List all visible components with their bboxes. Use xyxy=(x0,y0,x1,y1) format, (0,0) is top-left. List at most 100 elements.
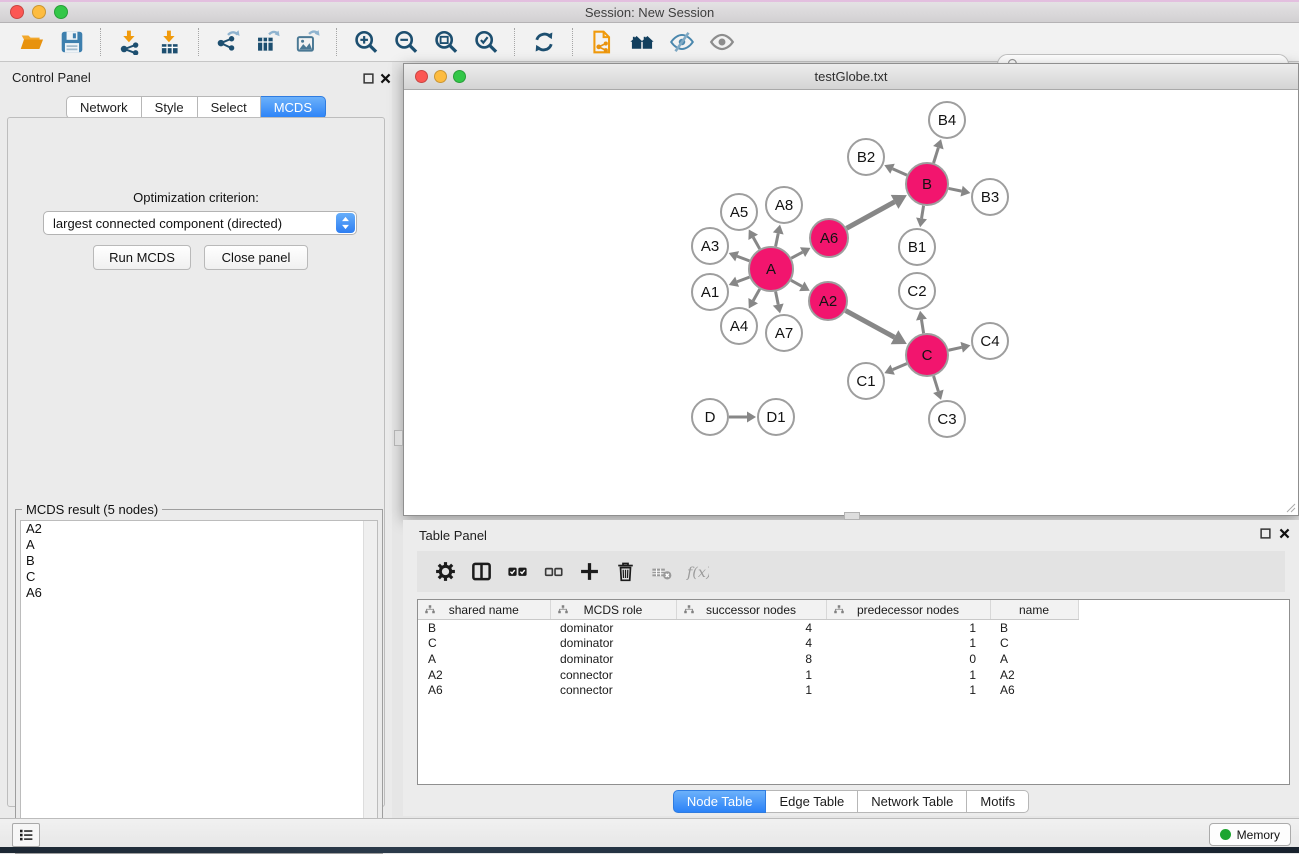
table-row[interactable]: Bdominator41B xyxy=(418,620,1289,636)
table-row[interactable]: A2connector11A2 xyxy=(418,667,1289,683)
add-entry-button[interactable] xyxy=(573,557,605,587)
show-panels-button[interactable] xyxy=(12,823,40,847)
table-cell[interactable]: C xyxy=(418,636,550,652)
table-cell[interactable]: 1 xyxy=(676,682,826,698)
table-cell[interactable]: A6 xyxy=(418,682,550,698)
edge-C-C1[interactable] xyxy=(893,364,907,370)
table-cell[interactable]: dominator xyxy=(550,651,676,667)
edge-B-B3[interactable] xyxy=(949,188,962,191)
hide-graphics-details-button[interactable] xyxy=(667,27,697,57)
table-settings-button[interactable] xyxy=(429,557,461,587)
refresh-button[interactable] xyxy=(529,27,559,57)
table-cell[interactable]: dominator xyxy=(550,636,676,652)
edge-A-A6[interactable] xyxy=(791,252,802,258)
edge-C-C2[interactable] xyxy=(921,320,923,334)
edge-B-B2[interactable] xyxy=(893,169,907,175)
horizontal-splitter-grip[interactable] xyxy=(844,512,860,520)
result-scrollbar-track[interactable] xyxy=(363,521,377,848)
export-network-button[interactable] xyxy=(213,27,243,57)
tab-motifs[interactable]: Motifs xyxy=(967,790,1029,813)
table-cell[interactable]: 1 xyxy=(826,620,990,636)
float-panel-icon[interactable] xyxy=(361,71,376,86)
zoom-selected-button[interactable] xyxy=(471,27,501,57)
export-image-button[interactable] xyxy=(293,27,323,57)
table-cell[interactable]: 1 xyxy=(826,636,990,652)
mcds-result-list[interactable]: A2ABCA6 xyxy=(20,520,378,849)
edge-C-C3[interactable] xyxy=(934,376,939,391)
zoom-out-button[interactable] xyxy=(391,27,421,57)
resize-grip-icon[interactable] xyxy=(1286,503,1296,513)
edge-C-C4[interactable] xyxy=(948,347,961,350)
table-row[interactable]: A6connector11A6 xyxy=(418,682,1289,698)
show-graphics-details-button[interactable] xyxy=(707,27,737,57)
table-row[interactable]: Adominator80A xyxy=(418,651,1289,667)
table-cell[interactable]: A xyxy=(990,651,1078,667)
column-header-name[interactable]: name xyxy=(990,600,1078,620)
column-header-shared-name[interactable]: shared name xyxy=(418,600,550,620)
table-float-panel-icon[interactable] xyxy=(1258,526,1273,541)
table-cell[interactable]: B xyxy=(990,620,1078,636)
edge-A-A7[interactable] xyxy=(776,292,779,305)
edge-A-A2[interactable] xyxy=(791,280,802,286)
edge-A-A8[interactable] xyxy=(776,233,779,246)
tab-node-table[interactable]: Node Table xyxy=(673,790,767,813)
select-all-button[interactable] xyxy=(501,557,533,587)
edge-A-A5[interactable] xyxy=(753,237,760,249)
table-cell[interactable]: 0 xyxy=(826,651,990,667)
table-cell[interactable]: connector xyxy=(550,682,676,698)
edge-A-A3[interactable] xyxy=(737,256,749,261)
table-cell[interactable]: A6 xyxy=(990,682,1078,698)
import-network-button[interactable] xyxy=(115,27,145,57)
mcds-result-item[interactable]: A2 xyxy=(21,521,377,537)
table-close-panel-icon[interactable] xyxy=(1277,526,1292,541)
tab-style[interactable]: Style xyxy=(142,96,198,119)
close-panel-icon[interactable] xyxy=(378,71,393,86)
table-cell[interactable]: connector xyxy=(550,667,676,683)
export-table-button[interactable] xyxy=(253,27,283,57)
table-cell[interactable]: B xyxy=(418,620,550,636)
tab-edge-table[interactable]: Edge Table xyxy=(766,790,858,813)
table-cell[interactable]: dominator xyxy=(550,620,676,636)
deselect-all-button[interactable] xyxy=(537,557,569,587)
edge-A2-C[interactable] xyxy=(846,311,895,338)
delete-entry-button[interactable] xyxy=(609,557,641,587)
tab-select[interactable]: Select xyxy=(198,96,261,119)
table-cell[interactable]: A2 xyxy=(990,667,1078,683)
table-cell[interactable]: 1 xyxy=(826,682,990,698)
zoom-fit-button[interactable] xyxy=(431,27,461,57)
column-header-successor-nodes[interactable]: successor nodes xyxy=(676,600,826,620)
open-session-button[interactable] xyxy=(17,27,47,57)
table-cell[interactable]: 1 xyxy=(826,667,990,683)
tab-mcds[interactable]: MCDS xyxy=(261,96,326,119)
network-graph[interactable]: ABCA6A2A1A3A4A5A7A8B1B2B3B4C1C2C3C4DD1 xyxy=(404,89,1298,515)
column-header-mcds-role[interactable]: MCDS role xyxy=(550,600,676,620)
run-mcds-button[interactable]: Run MCDS xyxy=(93,245,191,270)
table-cell[interactable]: 4 xyxy=(676,636,826,652)
save-session-button[interactable] xyxy=(57,27,87,57)
edge-A-A1[interactable] xyxy=(737,277,749,282)
column-header-predecessor-nodes[interactable]: predecessor nodes xyxy=(826,600,990,620)
home-button[interactable] xyxy=(627,27,657,57)
mcds-result-item[interactable]: C xyxy=(21,569,377,585)
criterion-select[interactable]: largest connected component (directed) xyxy=(43,211,357,235)
mcds-result-item[interactable]: A6 xyxy=(21,585,377,601)
edge-A6-B[interactable] xyxy=(847,202,895,228)
mcds-result-item[interactable]: B xyxy=(21,553,377,569)
import-table-button[interactable] xyxy=(155,27,185,57)
table-cell[interactable]: 8 xyxy=(676,651,826,667)
table-cell[interactable]: A2 xyxy=(418,667,550,683)
table-cell[interactable]: 1 xyxy=(676,667,826,683)
edge-A-A4[interactable] xyxy=(753,289,760,301)
edge-B-B4[interactable] xyxy=(934,148,939,163)
mcds-result-item[interactable]: A xyxy=(21,537,377,553)
tab-network[interactable]: Network xyxy=(66,96,142,119)
table-row[interactable]: Cdominator41C xyxy=(418,636,1289,652)
memory-button[interactable]: Memory xyxy=(1209,823,1291,846)
zoom-in-button[interactable] xyxy=(351,27,381,57)
table-cell[interactable]: 4 xyxy=(676,620,826,636)
edge-B-B1[interactable] xyxy=(922,206,924,219)
close-panel-button[interactable]: Close panel xyxy=(204,245,308,270)
table-cell[interactable]: A xyxy=(418,651,550,667)
network-window-titlebar[interactable]: testGlobe.txt xyxy=(404,64,1298,90)
toggle-split-button[interactable] xyxy=(465,557,497,587)
